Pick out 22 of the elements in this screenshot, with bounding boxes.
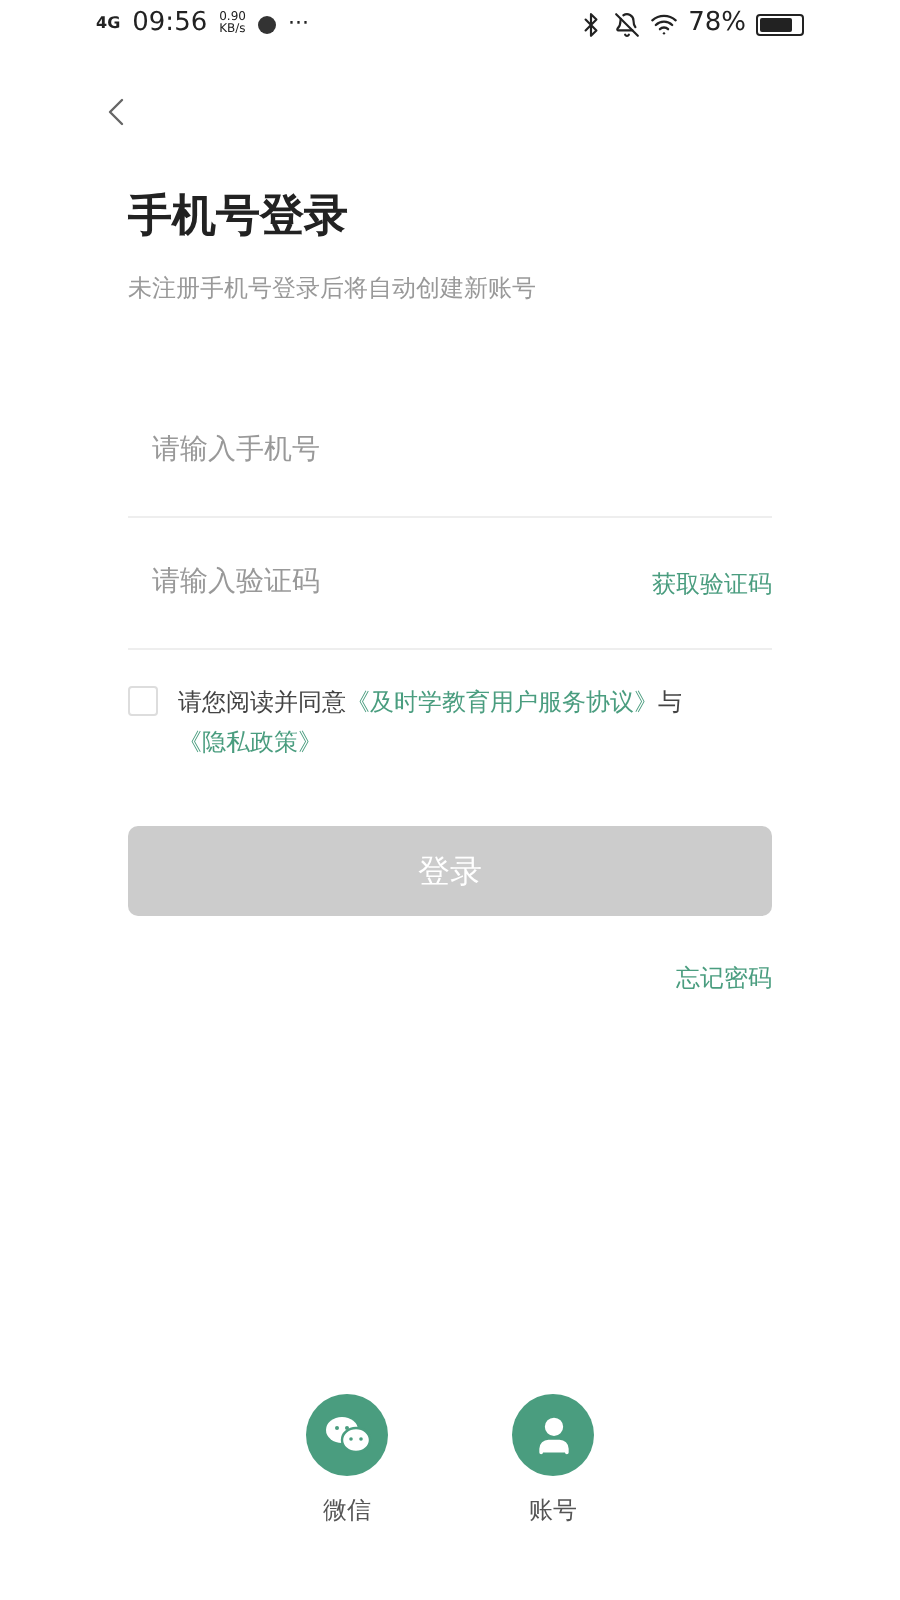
agreement-link[interactable]: 《及时学教育用户服务协议》 xyxy=(346,688,658,716)
battery-percent: 78% xyxy=(688,6,746,43)
more-indicator: ··· xyxy=(287,7,309,40)
battery-icon xyxy=(756,13,804,35)
account-login-button[interactable] xyxy=(512,1394,594,1476)
login-option-label: 微信 xyxy=(323,1494,371,1528)
bell-off-icon xyxy=(614,11,641,37)
agreement-link[interactable]: 《隐私政策》 xyxy=(178,728,322,756)
get-code-button[interactable]: 获取验证码 xyxy=(652,565,772,601)
code-input[interactable]: 请输入验证码 xyxy=(128,562,652,604)
login-option-label: 账号 xyxy=(529,1494,577,1528)
page-title: 手机号登录 xyxy=(128,190,350,246)
network-indicator: 4G xyxy=(96,16,121,32)
chat-bubbles-icon xyxy=(323,1413,371,1457)
status-time: 09:56 xyxy=(132,6,208,43)
wifi-icon xyxy=(650,10,679,38)
agreement-checkbox[interactable] xyxy=(128,686,158,716)
chat-login-button[interactable] xyxy=(306,1394,388,1476)
forgot-password-link[interactable]: 忘记密码 xyxy=(676,960,772,996)
agreement-text: 请您阅读并同意《及时学教育用户服务协议》与 《隐私政策》 xyxy=(178,686,684,760)
phone-input[interactable]: 请输入手机号 xyxy=(128,430,772,472)
page-subtitle: 未注册手机号登录后将自动创建新账号 xyxy=(128,272,538,306)
